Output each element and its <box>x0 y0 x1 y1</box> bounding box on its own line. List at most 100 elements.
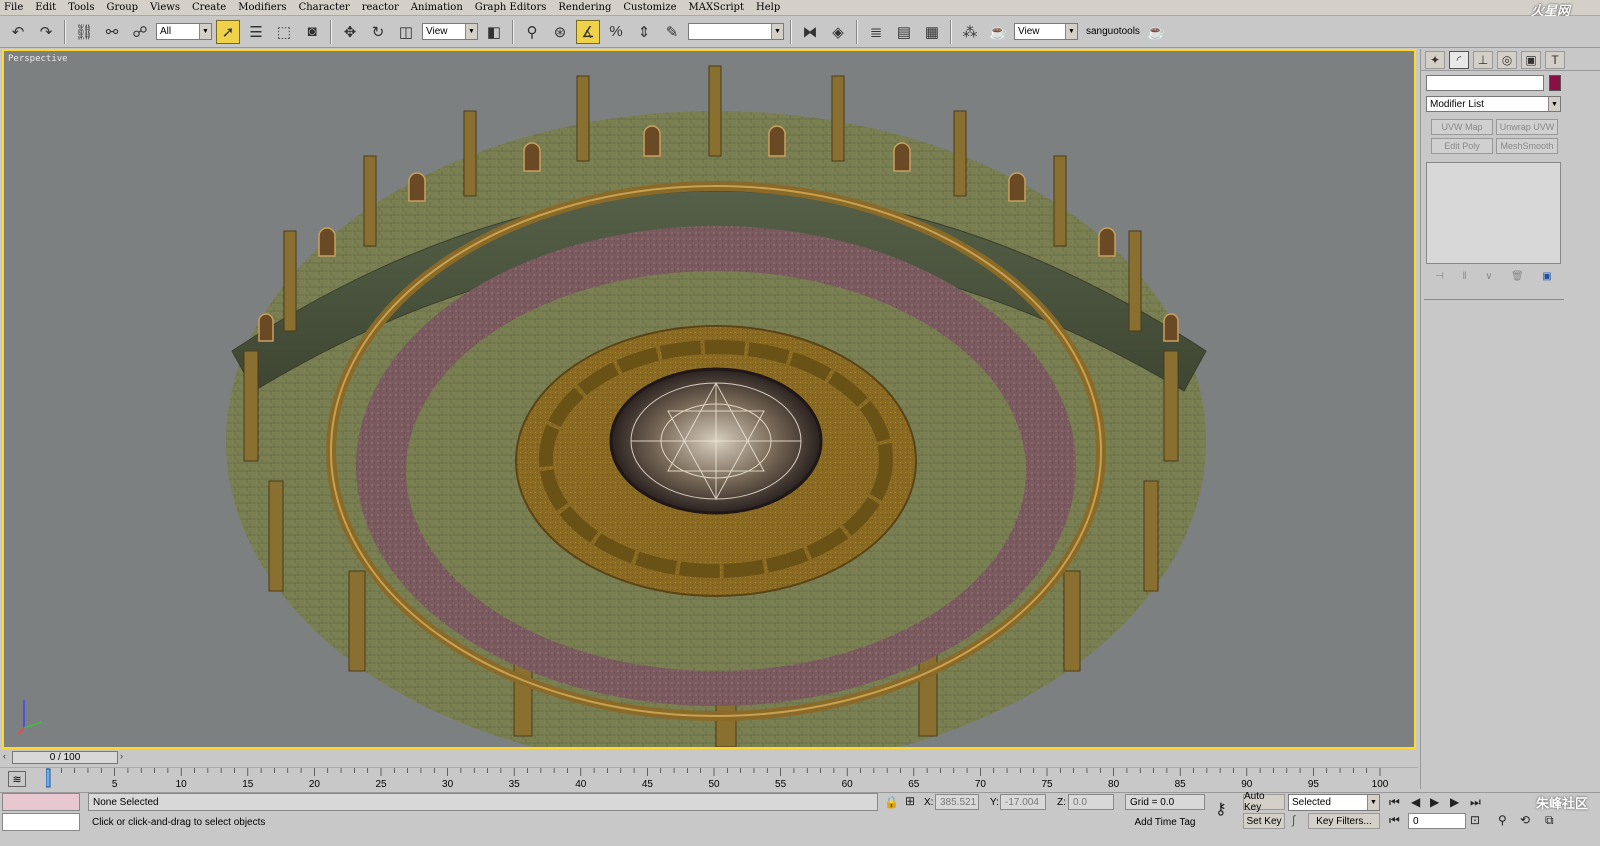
viewport-label[interactable]: Perspective <box>8 54 68 64</box>
rotate-icon[interactable]: ↻ <box>366 20 390 44</box>
percent-snap-icon[interactable]: % <box>604 20 628 44</box>
menu-create[interactable]: Create <box>192 2 226 13</box>
select-object-icon[interactable]: ➚ <box>216 19 240 44</box>
selection-filter-dropdown[interactable]: All ▼ <box>156 23 212 40</box>
layer-manager-icon[interactable]: ≣ <box>864 20 888 44</box>
hierarchy-tab-icon[interactable]: ⊥ <box>1473 50 1493 69</box>
render-view-dropdown[interactable]: View ▼ <box>1014 23 1078 40</box>
slider-prev-icon[interactable]: ‹ <box>3 751 6 761</box>
frame-ruler[interactable]: 0510152025303540455055606570758085909510… <box>46 768 1398 792</box>
maxscript-input-field[interactable] <box>2 813 80 831</box>
uvw-map-button[interactable]: UVW Map <box>1431 119 1493 135</box>
align-icon[interactable]: ◈ <box>826 20 850 44</box>
display-tab-icon[interactable]: ▣ <box>1521 50 1541 69</box>
object-name-input[interactable] <box>1426 75 1544 91</box>
add-time-tag-button[interactable]: Add Time Tag <box>1125 813 1205 831</box>
bind-space-warp-icon[interactable]: ☍ <box>128 20 152 44</box>
edit-poly-button[interactable]: Edit Poly <box>1431 138 1493 154</box>
unlink-icon[interactable]: ⚯ <box>100 20 124 44</box>
key-tangent-icon[interactable]: ∫ <box>1292 813 1295 827</box>
menu-group[interactable]: Group <box>106 2 138 13</box>
y-coordinate-input[interactable]: -17.004 <box>1000 794 1046 810</box>
spinner-snap-icon[interactable]: ⇕ <box>632 20 656 44</box>
auto-key-button[interactable]: Auto Key <box>1243 791 1285 813</box>
named-selection-dropdown[interactable]: ▼ <box>688 23 784 40</box>
material-editor-icon[interactable]: ⁂ <box>958 20 982 44</box>
menu-edit[interactable]: Edit <box>35 2 56 13</box>
unwrap-uvw-button[interactable]: Unwrap UVW <box>1496 119 1558 135</box>
maxscript-listener-field[interactable] <box>2 793 80 811</box>
angle-snap-icon[interactable]: ∡ <box>576 19 600 44</box>
select-and-link-icon[interactable]: ⛓ <box>72 20 96 44</box>
remove-modifier-icon[interactable]: 🗑 <box>1511 271 1524 285</box>
mini-curve-editor-icon[interactable]: ≋ <box>8 771 26 787</box>
key-selection-dropdown[interactable]: Selected ▼ <box>1288 794 1380 811</box>
move-icon[interactable]: ✥ <box>338 20 362 44</box>
modifier-list-dropdown[interactable]: Modifier List ▼ <box>1426 96 1561 112</box>
current-frame-input[interactable]: 0 <box>1408 813 1466 829</box>
key-icon[interactable]: ⚷ <box>1215 799 1227 819</box>
modifier-stack-list[interactable] <box>1426 162 1561 264</box>
set-key-button[interactable]: Set Key <box>1243 813 1285 829</box>
x-coordinate-input[interactable]: 385.521 <box>935 794 979 810</box>
utilities-tab-icon[interactable]: T <box>1545 50 1565 69</box>
window-crossing-icon[interactable]: ◙ <box>300 20 324 44</box>
meshsmooth-button[interactable]: MeshSmooth <box>1496 138 1558 154</box>
menu-graph-editors[interactable]: Graph Editors <box>475 2 547 13</box>
object-color-swatch[interactable] <box>1549 75 1561 91</box>
selection-lock-icon[interactable]: 🔒 <box>884 795 899 809</box>
trackbar[interactable]: ≋ 05101520253035404550556065707580859095… <box>0 767 1418 791</box>
key-mode-icon[interactable]: ⏮ <box>1389 813 1400 828</box>
make-unique-icon[interactable]: ∨ <box>1485 271 1492 285</box>
current-time-marker[interactable] <box>46 768 51 788</box>
menu-help[interactable]: Help <box>756 2 780 13</box>
modify-tab-icon[interactable]: ◜ <box>1449 50 1469 69</box>
snap-toggle-icon[interactable]: ⊛ <box>548 20 572 44</box>
scale-icon[interactable]: ◫ <box>394 20 418 44</box>
orbit-icon[interactable]: ⟲ <box>1520 813 1530 827</box>
create-tab-icon[interactable]: ✦ <box>1425 50 1445 69</box>
mirror-icon[interactable]: ⧓ <box>798 20 822 44</box>
menu-tools[interactable]: Tools <box>68 2 94 13</box>
z-coordinate-input[interactable]: 0.0 <box>1068 794 1114 810</box>
show-end-result-icon[interactable]: ‖ <box>1463 271 1467 285</box>
menu-maxscript[interactable]: MAXScript <box>689 2 744 13</box>
perspective-viewport[interactable]: Perspective <box>2 49 1416 749</box>
curve-editor-icon[interactable]: ▤ <box>892 20 916 44</box>
menu-customize[interactable]: Customize <box>623 2 676 13</box>
menu-character[interactable]: Character <box>299 2 350 13</box>
select-by-name-icon[interactable]: ☰ <box>244 20 268 44</box>
menu-animation[interactable]: Animation <box>411 2 463 13</box>
menu-views[interactable]: Views <box>150 2 180 13</box>
reference-coordinate-dropdown[interactable]: View ▼ <box>422 23 478 40</box>
slider-next-icon[interactable]: › <box>120 751 123 761</box>
zoom-icon[interactable]: ⚲ <box>1498 813 1507 827</box>
menu-rendering[interactable]: Rendering <box>558 2 611 13</box>
rectangular-selection-icon[interactable]: ⬚ <box>272 20 296 44</box>
render-scene-icon[interactable]: ☕ <box>986 20 1010 44</box>
next-frame-icon[interactable]: ▶ <box>1450 795 1459 809</box>
teapot-render-icon[interactable]: ☕ <box>1144 20 1168 44</box>
menu-file[interactable]: File <box>4 2 23 13</box>
schematic-view-icon[interactable]: ▦ <box>920 20 944 44</box>
custom-tools-label[interactable]: sanguotools <box>1086 26 1140 37</box>
time-slider[interactable]: ‹ 0 / 100 › <box>0 750 1418 766</box>
time-slider-thumb[interactable]: 0 / 100 <box>12 751 118 764</box>
play-icon[interactable]: ▶ <box>1430 795 1439 809</box>
motion-tab-icon[interactable]: ◎ <box>1497 50 1517 69</box>
menu-modifiers[interactable]: Modifiers <box>238 2 286 13</box>
redo-icon[interactable]: ↷ <box>34 20 58 44</box>
menu-reactor[interactable]: reactor <box>362 2 399 13</box>
edit-named-selection-icon[interactable]: ✎ <box>660 20 684 44</box>
pivot-center-icon[interactable]: ◧ <box>482 20 506 44</box>
undo-icon[interactable]: ↶ <box>6 20 30 44</box>
go-to-start-icon[interactable]: ⏮ <box>1389 795 1400 810</box>
absolute-mode-icon[interactable]: ⊞ <box>905 794 915 808</box>
previous-frame-icon[interactable]: ◀ <box>1411 795 1420 809</box>
maximize-viewport-icon[interactable]: ⧉ <box>1545 813 1554 828</box>
manipulate-icon[interactable]: ⚲ <box>520 20 544 44</box>
key-filters-button[interactable]: Key Filters... <box>1308 813 1380 829</box>
pin-stack-icon[interactable]: ⊣ <box>1435 271 1444 285</box>
go-to-end-icon[interactable]: ⏭ <box>1470 795 1481 810</box>
configure-sets-icon[interactable]: ▣ <box>1542 271 1551 285</box>
